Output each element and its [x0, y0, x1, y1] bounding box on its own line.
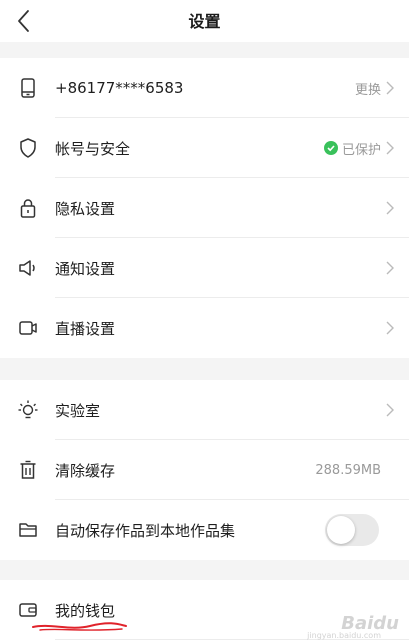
chevron-right-icon: [386, 201, 394, 215]
video-camera-icon: [16, 316, 40, 340]
live-chevron: [385, 320, 395, 336]
tools-section: 实验室 清除缓存 288.59MB 自动保存作品到本地作品集: [0, 380, 409, 560]
lab-row[interactable]: 实验室: [0, 380, 409, 440]
shield-icon: [16, 136, 40, 160]
phone-icon: [16, 76, 40, 100]
security-status-text: 已保护: [341, 142, 381, 158]
phone-row[interactable]: +86177****6583 更换: [0, 58, 409, 118]
cache-size: 288.59MB: [315, 462, 381, 478]
phone-number: +86177****6583: [55, 79, 184, 97]
top-bar: 设置: [0, 0, 409, 42]
notify-chevron: [385, 260, 395, 276]
account-section: +86177****6583 更换 帐号与安全 已保护 隐私设置 通知设置 直播…: [0, 58, 409, 358]
privacy-chevron: [385, 200, 395, 216]
lab-label: 实验室: [55, 401, 101, 420]
account-security-label: 帐号与安全: [55, 139, 131, 158]
wallet-label: 我的钱包: [55, 601, 116, 620]
autosave-toggle[interactable]: [325, 514, 379, 546]
wallet-section: 我的钱包 Baidu jingyan.baidu.com: [0, 580, 409, 640]
folder-icon: [16, 518, 40, 542]
page-title: 设置: [188, 12, 221, 31]
notification-settings-label: 通知设置: [55, 259, 116, 278]
live-settings-label: 直播设置: [55, 319, 116, 338]
security-status: 已保护: [323, 139, 395, 158]
wallet-icon: [16, 598, 40, 622]
privacy-settings-row[interactable]: 隐私设置: [0, 178, 409, 238]
lab-chevron: [385, 402, 395, 418]
chevron-right-icon: [386, 81, 394, 95]
speaker-icon: [16, 256, 40, 280]
chevron-right-icon: [386, 261, 394, 275]
clear-cache-row[interactable]: 清除缓存 288.59MB: [0, 440, 409, 500]
red-annotation-underline: [32, 622, 127, 631]
chevron-right-icon: [386, 403, 394, 417]
clear-cache-label: 清除缓存: [55, 461, 116, 480]
lock-icon: [16, 196, 40, 220]
trash-icon: [16, 458, 40, 482]
privacy-settings-label: 隐私设置: [55, 199, 116, 218]
chevron-right-icon: [386, 321, 394, 335]
notification-settings-row[interactable]: 通知设置: [0, 238, 409, 298]
toggle-knob: [327, 516, 355, 544]
autosave-row: 自动保存作品到本地作品集: [0, 500, 409, 560]
phone-change-button[interactable]: 更换: [355, 79, 395, 98]
chevron-right-icon: [386, 141, 394, 155]
baidu-watermark-url: jingyan.baidu.com: [307, 631, 381, 640]
phone-change-label: 更换: [354, 82, 381, 98]
autosave-label: 自动保存作品到本地作品集: [55, 521, 236, 540]
account-security-row[interactable]: 帐号与安全 已保护: [0, 118, 409, 178]
check-circle-icon: [323, 141, 338, 155]
lightbulb-icon: [16, 398, 40, 422]
live-settings-row[interactable]: 直播设置: [0, 298, 409, 358]
